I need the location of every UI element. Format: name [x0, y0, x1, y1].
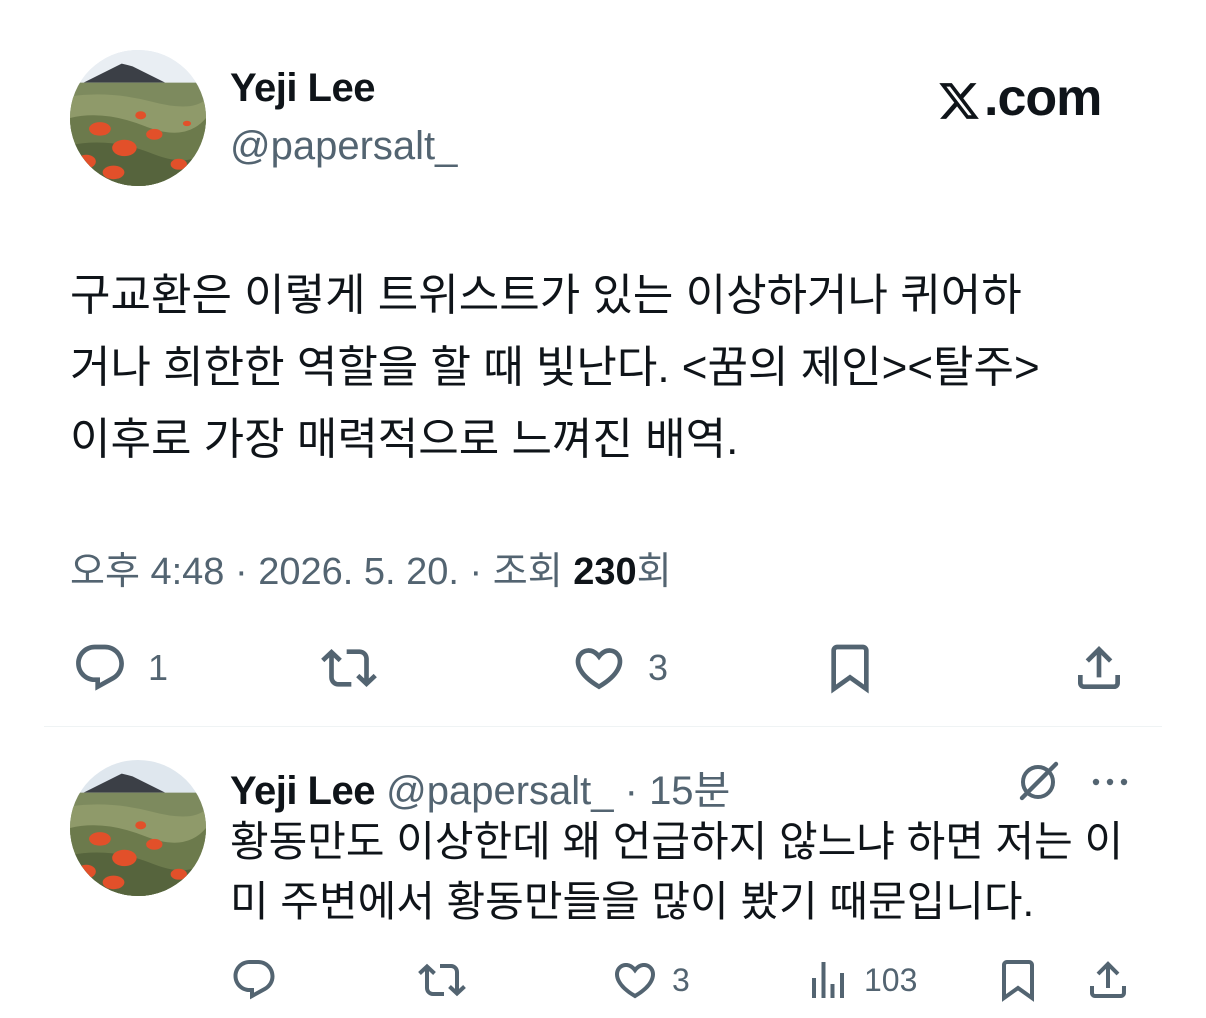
reply-share-button[interactable] — [1084, 956, 1132, 1004]
retweet-icon — [321, 649, 377, 687]
heart-icon — [575, 648, 623, 690]
author-avatar[interactable] — [70, 50, 206, 186]
reply-icon — [233, 960, 275, 1000]
heart-icon — [614, 963, 656, 999]
reply-author-avatar[interactable] — [70, 760, 206, 896]
grok-button[interactable] — [1014, 758, 1062, 811]
avatar-poppy-field-image — [70, 50, 206, 186]
tweet-time[interactable]: 오후 4:48 — [70, 551, 224, 593]
tweet-text-line: 거나 희한한 역할을 할 때 빛난다. <꿈의 제인><탈주> — [70, 343, 1040, 392]
reply-count: 1 — [148, 647, 169, 688]
author-handle[interactable]: @papersalt_ — [230, 124, 457, 169]
share-icon — [1090, 961, 1126, 998]
reply-author-handle[interactable]: @papersalt_ — [386, 769, 613, 813]
meta-separator: · — [458, 551, 493, 593]
grok-icon — [1019, 761, 1059, 801]
meta-separator: · — [613, 769, 650, 813]
author-name[interactable]: Yeji Lee — [230, 66, 375, 111]
reply-button[interactable]: 1 — [72, 640, 168, 696]
tweet-text-line: 이후로 가장 매력적으로 느껴진 배역. — [70, 415, 739, 464]
brand-domain: .com — [984, 69, 1102, 127]
reply-text-line: 황동만도 이상한데 왜 언급하지 않느냐 하면 저는 이 — [230, 818, 1124, 865]
reply-author-name[interactable]: Yeji Lee — [230, 769, 375, 813]
tweet-text-line: 구교환은 이렇게 트위스트가 있는 이상하거나 퀴어하 — [70, 271, 1022, 320]
reply-text-line: 미 주변에서 황동만들을 많이 봤기 때문입니다. — [230, 878, 1035, 925]
tweet-date[interactable]: 2026. 5. 20. — [258, 551, 459, 593]
retweet-button[interactable] — [318, 640, 380, 696]
avatar-poppy-field-image — [70, 760, 206, 896]
reply-header: Yeji Lee @papersalt_ · 15분 — [230, 758, 730, 816]
more-icon — [1092, 778, 1128, 786]
x-logo-icon — [936, 76, 982, 120]
bookmark-icon — [831, 644, 869, 694]
reply-like-button[interactable]: 3 — [610, 956, 690, 1004]
share-icon — [1078, 646, 1120, 689]
share-button[interactable] — [1070, 640, 1128, 696]
brand-mark: .com — [936, 68, 1102, 128]
reply-text: 황동만도 이상한데 왜 언급하지 않느냐 하면 저는 이 미 주변에서 황동만들… — [230, 812, 1150, 932]
reply-retweet-button[interactable] — [416, 956, 468, 1004]
more-options-button[interactable] — [1086, 758, 1134, 811]
bookmark-button[interactable] — [822, 640, 878, 696]
like-count: 3 — [648, 647, 669, 688]
divider — [44, 726, 1162, 727]
reply-bookmark-button[interactable] — [994, 956, 1042, 1004]
reply-icon — [76, 644, 124, 691]
reply-like-count: 3 — [672, 961, 690, 998]
views-label: 조회 — [492, 551, 574, 593]
meta-separator: · — [224, 551, 259, 593]
reply-views-count: 103 — [864, 961, 918, 998]
views-suffix: 회 — [636, 551, 672, 593]
tweet-text: 구교환은 이렇게 트위스트가 있는 이상하거나 퀴어하 거나 희한한 역할을 할… — [70, 260, 1150, 476]
analytics-icon — [812, 962, 844, 998]
tweet-meta: 오후 4:48 · 2026. 5. 20. · 조회 230회 — [70, 540, 672, 595]
views-count: 230 — [573, 551, 637, 593]
reply-reply-button[interactable] — [230, 956, 278, 1004]
bookmark-icon — [1002, 960, 1034, 1002]
reply-time[interactable]: 15분 — [649, 769, 730, 813]
reply-views-button[interactable]: 103 — [804, 956, 917, 1004]
like-button[interactable]: 3 — [570, 640, 668, 696]
retweet-icon — [418, 963, 466, 997]
